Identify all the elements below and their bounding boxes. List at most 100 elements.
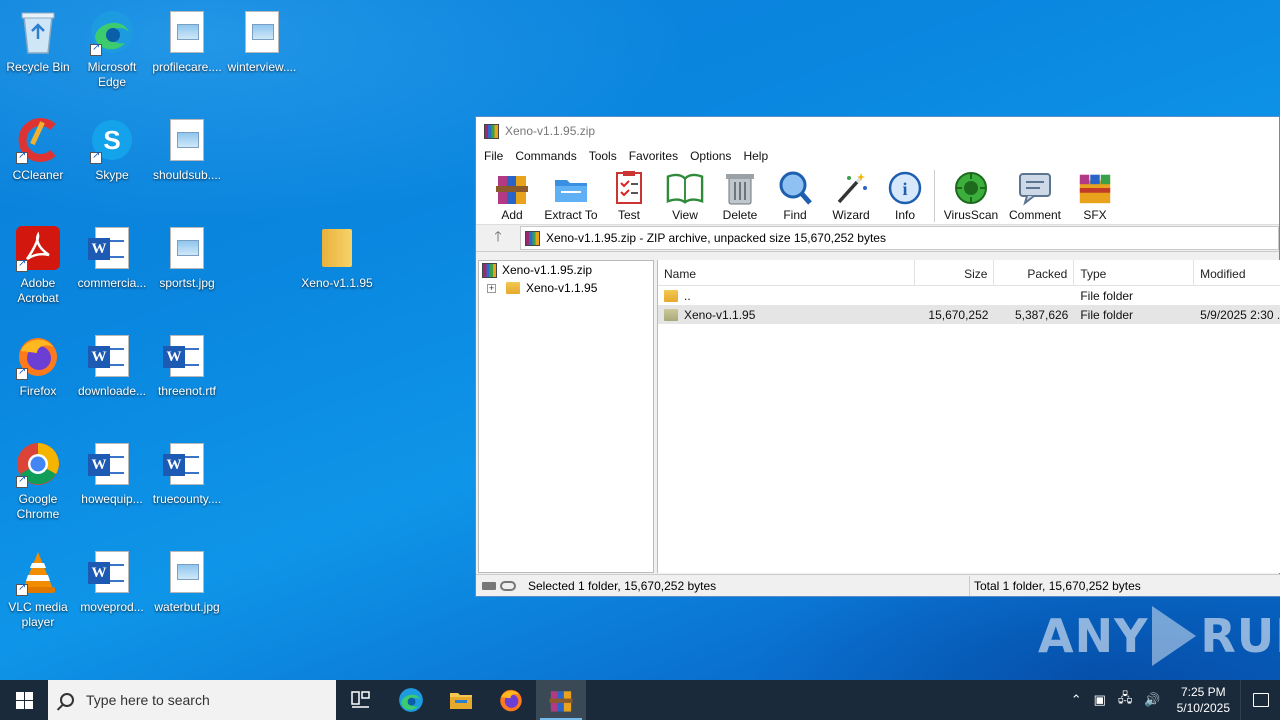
ccleaner-icon bbox=[14, 116, 62, 164]
view-button[interactable]: View bbox=[658, 167, 712, 225]
desktop-icon-edge[interactable]: Microsoft Edge bbox=[74, 8, 150, 90]
taskbar-file-explorer[interactable] bbox=[436, 680, 486, 720]
svg-text:i: i bbox=[902, 179, 907, 199]
clock[interactable]: 7:25 PM 5/10/2025 bbox=[1177, 684, 1230, 716]
drive-icon[interactable] bbox=[482, 581, 496, 590]
desktop-icon-xeno-folder[interactable]: Xeno-v1.1.95 bbox=[299, 224, 375, 291]
shortcut-arrow-icon bbox=[16, 474, 28, 488]
column-packed[interactable]: Packed bbox=[994, 260, 1075, 285]
list-row-xeno[interactable]: Xeno-v1.1.95 15,670,252 5,387,626 File f… bbox=[658, 305, 1280, 324]
volume-icon[interactable]: 🔊 bbox=[1144, 692, 1160, 708]
start-button[interactable] bbox=[0, 680, 48, 720]
zip-archive-icon bbox=[482, 262, 497, 278]
delete-button[interactable]: Delete bbox=[712, 167, 768, 225]
folder-tree[interactable]: Xeno-v1.1.95.zip + Xeno-v1.1.95 bbox=[478, 260, 654, 573]
desktop-icon-commercia[interactable]: W commercia... bbox=[74, 224, 150, 291]
sfx-button[interactable]: SFX bbox=[1067, 167, 1123, 225]
column-modified[interactable]: Modified bbox=[1194, 260, 1280, 285]
list-row-parent[interactable]: .. File folder bbox=[658, 286, 1280, 305]
menu-tools[interactable]: Tools bbox=[589, 149, 617, 163]
path-field[interactable]: Xeno-v1.1.95.zip - ZIP archive, unpacked… bbox=[520, 226, 1279, 250]
image-file-icon bbox=[238, 8, 286, 56]
comment-icon bbox=[1016, 169, 1054, 207]
file-explorer-icon bbox=[450, 693, 472, 709]
taskbar-firefox[interactable] bbox=[486, 680, 536, 720]
firefox-icon bbox=[14, 332, 62, 380]
toolbar: Add Extract To Test View Delete Find Wiz… bbox=[476, 167, 1279, 225]
taskbar-edge[interactable] bbox=[386, 680, 436, 720]
test-button[interactable]: Test bbox=[600, 167, 658, 225]
title-bar[interactable]: Xeno-v1.1.95.zip bbox=[476, 117, 1279, 145]
desktop-icon-winterview[interactable]: winterview.... bbox=[224, 8, 300, 75]
image-file-icon bbox=[163, 548, 211, 596]
desktop-icon-sportst[interactable]: sportst.jpg bbox=[149, 224, 225, 291]
file-list[interactable]: Name Size Packed Type Modified .. File f… bbox=[657, 260, 1280, 573]
desktop-icon-threenot[interactable]: W threenot.rtf bbox=[149, 332, 225, 399]
desktop-icon-moveprod[interactable]: W moveprod... bbox=[74, 548, 150, 615]
winrar-icon bbox=[484, 123, 499, 139]
desktop-icon-firefox[interactable]: Firefox bbox=[0, 332, 76, 399]
column-name[interactable]: Name bbox=[658, 260, 915, 285]
magnifier-icon bbox=[776, 169, 814, 207]
desktop-icon-ccleaner[interactable]: CCleaner bbox=[0, 116, 76, 183]
clock-time: 7:25 PM bbox=[1180, 685, 1226, 699]
winrar-window[interactable]: Xeno-v1.1.95.zip File Commands Tools Fav… bbox=[475, 116, 1280, 597]
acrobat-icon bbox=[14, 224, 62, 272]
folder-extract-icon bbox=[552, 169, 590, 207]
desktop-icon-recycle-bin[interactable]: Recycle Bin bbox=[0, 8, 76, 75]
wizard-button[interactable]: Wizard bbox=[822, 167, 880, 225]
virusscan-button[interactable]: VirusScan bbox=[939, 167, 1003, 225]
comment-button[interactable]: Comment bbox=[1003, 167, 1067, 225]
shortcut-arrow-icon bbox=[16, 366, 28, 380]
desktop-icon-skype[interactable]: S Skype bbox=[74, 116, 150, 183]
list-header: Name Size Packed Type Modified bbox=[658, 260, 1280, 286]
taskbar: Type here to search ⌃ ▣ 🖧 🔊 7:25 PM 5/10… bbox=[0, 680, 1280, 720]
desktop-icon-acrobat[interactable]: Adobe Acrobat bbox=[0, 224, 76, 306]
extract-to-button[interactable]: Extract To bbox=[542, 167, 600, 225]
notification-button[interactable] bbox=[1240, 680, 1280, 720]
info-button[interactable]: i Info bbox=[880, 167, 930, 225]
up-arrow-icon[interactable]: 🡑 bbox=[476, 226, 520, 250]
desktop-icon-profilecare[interactable]: profilecare.... bbox=[149, 8, 225, 75]
menu-file[interactable]: File bbox=[484, 149, 503, 163]
column-size[interactable]: Size bbox=[915, 260, 995, 285]
desktop-icon-downloade[interactable]: W downloade... bbox=[74, 332, 150, 399]
taskbar-search[interactable]: Type here to search bbox=[48, 680, 336, 720]
image-file-icon bbox=[163, 116, 211, 164]
key-icon[interactable] bbox=[500, 580, 516, 591]
add-button[interactable]: Add bbox=[482, 167, 542, 225]
windows-logo-icon bbox=[15, 691, 33, 709]
folder-icon bbox=[313, 224, 361, 272]
checklist-icon bbox=[610, 169, 648, 207]
desktop-icon-shouldsub[interactable]: shouldsub.... bbox=[149, 116, 225, 183]
sfx-archive-icon bbox=[1076, 169, 1114, 207]
toolbar-separator bbox=[934, 170, 935, 222]
recycle-bin-icon bbox=[14, 8, 62, 56]
menu-favorites[interactable]: Favorites bbox=[629, 149, 678, 163]
menu-help[interactable]: Help bbox=[743, 149, 768, 163]
status-total: Total 1 folder, 15,670,252 bytes bbox=[974, 578, 1141, 593]
chevron-up-icon[interactable]: ⌃ bbox=[1071, 692, 1082, 708]
menu-commands[interactable]: Commands bbox=[515, 149, 576, 163]
play-triangle-icon bbox=[1152, 606, 1197, 666]
desktop-icon-waterbut[interactable]: waterbut.jpg bbox=[149, 548, 225, 615]
desktop-icon-howequip[interactable]: W howequip... bbox=[74, 440, 150, 507]
tree-child[interactable]: + Xeno-v1.1.95 bbox=[479, 279, 653, 297]
find-button[interactable]: Find bbox=[768, 167, 822, 225]
menu-options[interactable]: Options bbox=[690, 149, 731, 163]
tree-root[interactable]: Xeno-v1.1.95.zip bbox=[479, 261, 653, 279]
folder-icon bbox=[664, 308, 678, 321]
skype-icon: S bbox=[88, 116, 136, 164]
expand-icon[interactable]: + bbox=[487, 283, 496, 293]
shortcut-arrow-icon bbox=[90, 42, 102, 56]
desktop-icon-vlc[interactable]: VLC media player bbox=[0, 548, 76, 630]
tree-root-label: Xeno-v1.1.95.zip bbox=[502, 263, 593, 277]
desktop-icon-truecounty[interactable]: W truecounty.... bbox=[149, 440, 225, 507]
column-type[interactable]: Type bbox=[1074, 260, 1195, 285]
taskbar-winrar[interactable] bbox=[536, 680, 586, 720]
task-view-icon bbox=[351, 691, 370, 708]
network-icon[interactable]: 🖧 bbox=[1118, 689, 1133, 711]
desktop-icon-chrome[interactable]: Google Chrome bbox=[0, 440, 76, 522]
meet-now-icon[interactable]: ▣ bbox=[1094, 692, 1106, 708]
task-view-button[interactable] bbox=[336, 680, 386, 720]
